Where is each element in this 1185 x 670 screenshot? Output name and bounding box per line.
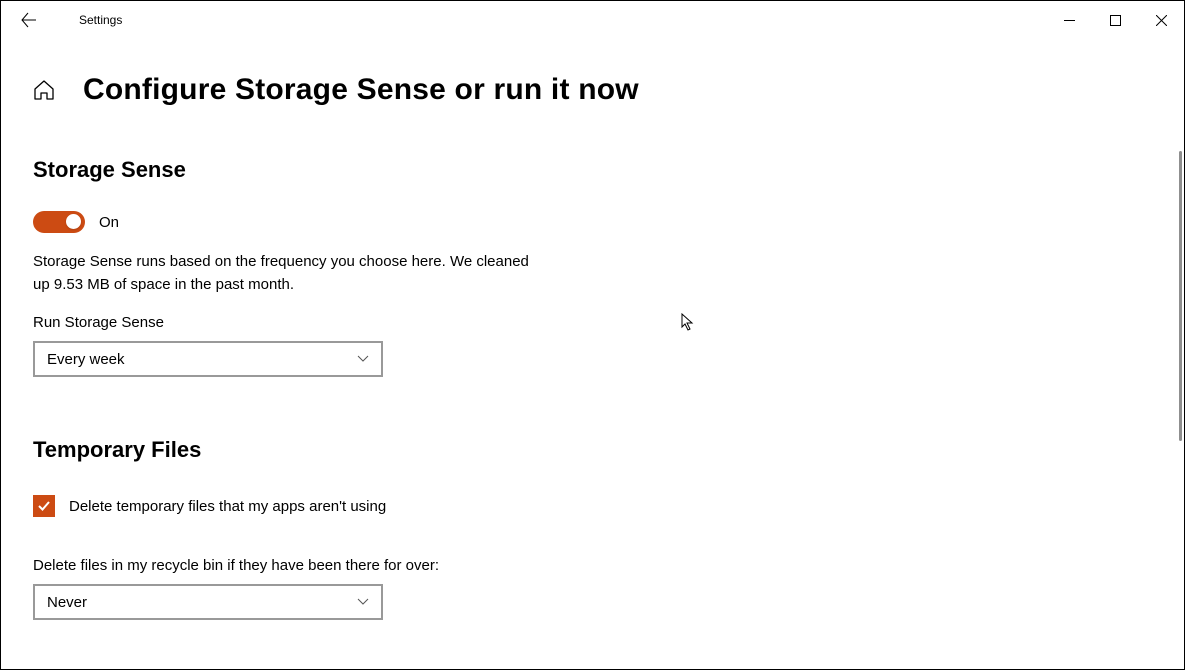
run-storage-sense-label: Run Storage Sense — [33, 314, 529, 331]
title-bar-left: Settings — [1, 12, 122, 28]
content-area: Storage Sense On Storage Sense runs base… — [1, 107, 561, 620]
storage-sense-toggle[interactable] — [33, 211, 85, 233]
chevron-down-icon — [357, 594, 369, 611]
page-header: Configure Storage Sense or run it now — [1, 39, 1184, 107]
home-button[interactable] — [33, 79, 55, 101]
toggle-state-label: On — [99, 214, 119, 231]
temporary-files-heading: Temporary Files — [33, 437, 529, 463]
scrollbar[interactable] — [1179, 151, 1182, 441]
recycle-bin-dropdown[interactable]: Never — [33, 584, 383, 620]
run-dropdown-value: Every week — [47, 351, 125, 368]
checkmark-icon — [37, 499, 51, 513]
storage-sense-heading: Storage Sense — [33, 157, 529, 183]
delete-temp-files-label: Delete temporary files that my apps aren… — [69, 498, 386, 515]
delete-temp-files-checkbox[interactable] — [33, 495, 55, 517]
minimize-icon — [1064, 15, 1075, 26]
page-title: Configure Storage Sense or run it now — [83, 73, 639, 107]
delete-temp-files-row: Delete temporary files that my apps aren… — [33, 495, 529, 517]
close-icon — [1156, 15, 1167, 26]
maximize-icon — [1110, 15, 1121, 26]
close-button[interactable] — [1138, 4, 1184, 36]
home-icon — [33, 79, 55, 101]
back-arrow-icon — [21, 12, 37, 28]
maximize-button[interactable] — [1092, 4, 1138, 36]
cursor-pointer — [681, 313, 697, 338]
window-title: Settings — [79, 13, 122, 27]
window-controls — [1046, 4, 1184, 36]
title-bar: Settings — [1, 1, 1184, 39]
storage-sense-toggle-row: On — [33, 211, 529, 233]
chevron-down-icon — [357, 351, 369, 368]
toggle-knob — [66, 214, 81, 229]
back-button[interactable] — [21, 12, 37, 28]
run-storage-sense-dropdown[interactable]: Every week — [33, 341, 383, 377]
recycle-dropdown-value: Never — [47, 594, 87, 611]
storage-sense-description: Storage Sense runs based on the frequenc… — [33, 251, 529, 296]
minimize-button[interactable] — [1046, 4, 1092, 36]
recycle-bin-label: Delete files in my recycle bin if they h… — [33, 557, 529, 574]
